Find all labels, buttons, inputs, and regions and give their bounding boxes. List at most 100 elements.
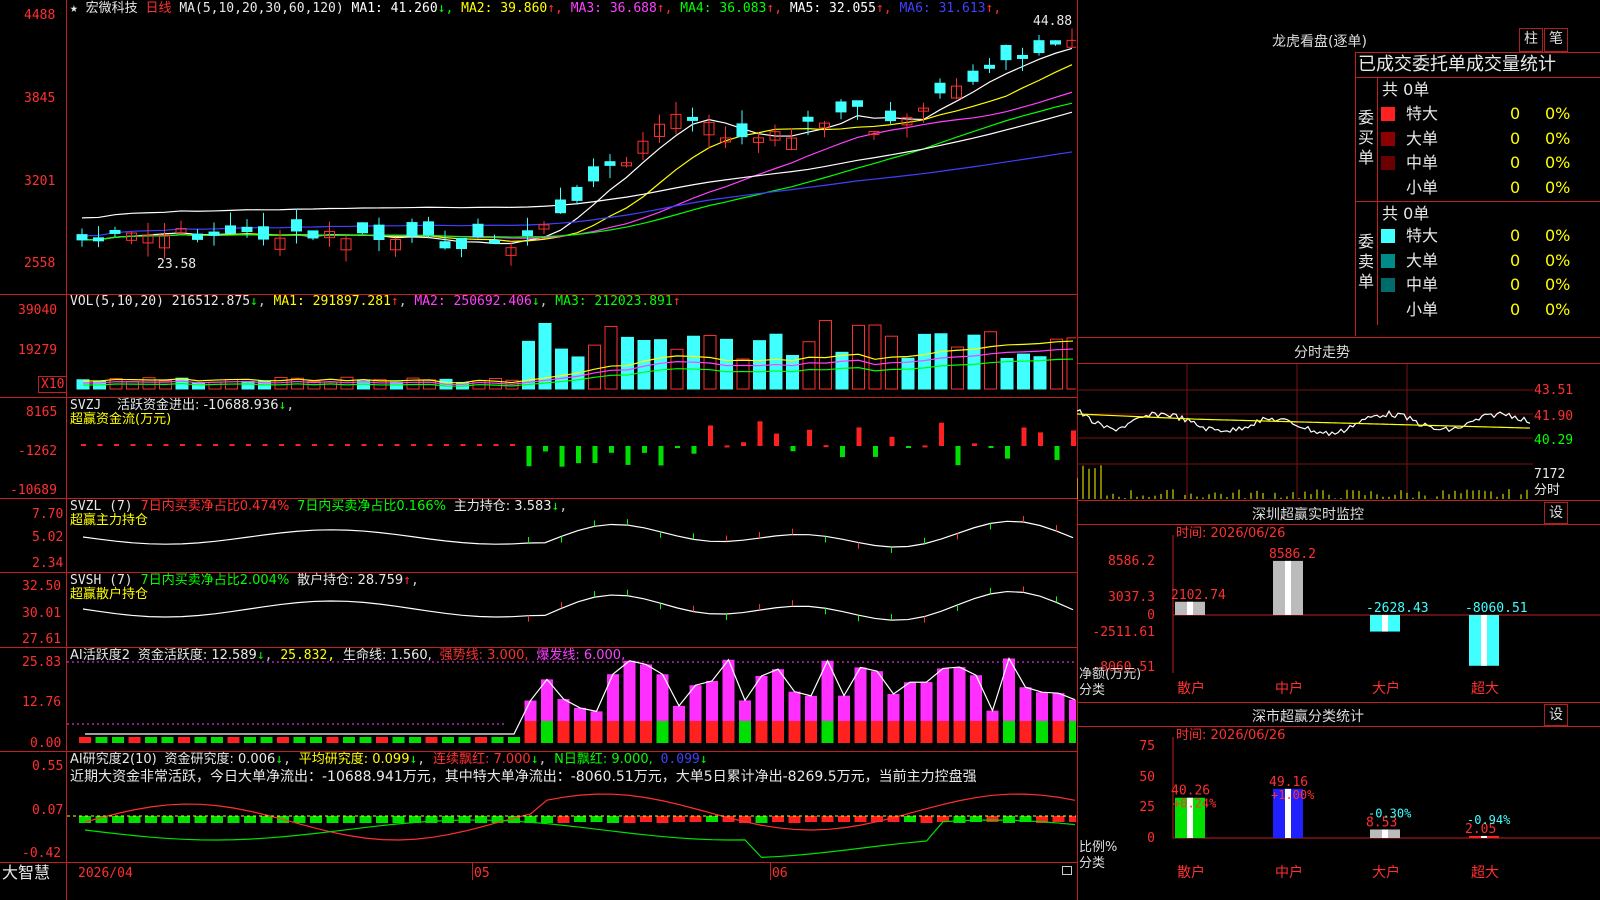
- activity-bar: [920, 682, 933, 721]
- svzl-chart[interactable]: [67, 499, 1076, 572]
- x-label: 05: [474, 866, 490, 881]
- flow-bar: [757, 421, 763, 446]
- candle-body: [472, 223, 484, 238]
- activity-bar: [953, 721, 966, 743]
- flow-bar: [856, 427, 862, 446]
- research-bar: [376, 816, 388, 823]
- category-label: 中户: [1275, 864, 1303, 881]
- candle-body: [76, 234, 88, 241]
- pen-mode-button[interactable]: 笔: [1544, 28, 1568, 52]
- sz-monitor-chart[interactable]: 8586.2 3037.3 0 -2511.61 -8060.51 2102.74 散户 85…: [1077, 525, 1600, 700]
- candle-body: [835, 101, 847, 113]
- volume-chart[interactable]: [67, 295, 1076, 397]
- ai-research-chart[interactable]: [67, 752, 1076, 862]
- svsh-chart[interactable]: [67, 573, 1076, 647]
- y-tick: 27.61: [22, 632, 62, 647]
- y-tick: -1262: [18, 444, 58, 459]
- intraday-title: 分时走势: [1294, 345, 1350, 361]
- candle-body: [736, 123, 748, 138]
- activity-bar: [1069, 721, 1076, 743]
- y-tick: -10689: [10, 483, 57, 498]
- flow-bar: [411, 444, 416, 446]
- research-bar: [656, 816, 669, 823]
- flow-bar: [1038, 432, 1043, 446]
- volume-bar: [588, 344, 601, 390]
- ai-active-chart[interactable]: [67, 648, 1076, 751]
- candle-body: [109, 229, 121, 234]
- category-label: 超大: [1471, 865, 1499, 881]
- row-name: 特大: [1406, 104, 1439, 123]
- activity-bar: [887, 694, 900, 721]
- row-pct: 0%: [1545, 104, 1571, 123]
- volume-bar: [555, 348, 568, 390]
- flow-bar: [1005, 446, 1010, 459]
- axis-label: 分类: [1079, 856, 1105, 871]
- research-bar: [970, 816, 982, 822]
- activity-bar: [772, 721, 784, 743]
- research-bar: [904, 816, 916, 822]
- activity-bar: [887, 721, 900, 743]
- activity-bar: [277, 737, 289, 743]
- research-bar: [953, 816, 966, 823]
- candle-body: [241, 226, 253, 233]
- candlestick-chart[interactable]: [67, 0, 1076, 294]
- activity-bar: [442, 737, 454, 743]
- divider: [1355, 77, 1600, 78]
- flow-bar: [526, 446, 532, 467]
- activity-bar: [805, 721, 817, 743]
- volume-bar: [208, 381, 222, 390]
- candle-body: [225, 225, 236, 234]
- bar-mode-button[interactable]: 柱: [1519, 28, 1543, 52]
- divider: [1077, 702, 1600, 703]
- research-bar: [343, 816, 355, 823]
- volume-bar: [918, 333, 931, 390]
- lock-icon[interactable]: [1062, 866, 1072, 875]
- activity-bar: [524, 721, 537, 743]
- sell-side-label: 委卖单: [1358, 232, 1375, 291]
- volume-bar: [621, 336, 634, 390]
- research-bar: [145, 816, 157, 823]
- candle-body: [192, 233, 203, 240]
- flow-bar: [444, 444, 449, 446]
- candle-body: [522, 230, 533, 237]
- category-label: 散户: [1177, 864, 1205, 881]
- activity-bar: [326, 737, 339, 743]
- volume-bar: [852, 324, 865, 390]
- activity-bar: [475, 737, 487, 743]
- candle-body: [456, 237, 467, 250]
- row-count: 0: [1510, 250, 1521, 270]
- y-tick: 8165: [26, 405, 58, 420]
- activity-bar: [491, 737, 504, 743]
- research-line: [84, 819, 1076, 859]
- divider: [1077, 337, 1600, 338]
- y-tick: 2.34: [32, 556, 64, 571]
- flow-bar: [889, 436, 895, 446]
- row-pct: 0%: [1545, 250, 1571, 270]
- volume-bar: [1033, 356, 1047, 390]
- flow-bar: [114, 444, 119, 446]
- research-bar: [1052, 816, 1065, 822]
- intraday-chart[interactable]: [1077, 364, 1533, 499]
- svzj-chart[interactable]: [67, 398, 1076, 498]
- activity-bar: [244, 737, 256, 743]
- low-marker: 23.58: [157, 257, 197, 272]
- x-label: 06: [772, 866, 788, 881]
- category-label: 散户: [1177, 680, 1205, 697]
- activity-bar: [590, 711, 603, 721]
- sz-stats-title: 深市超赢分类统计: [1252, 709, 1364, 725]
- sz-stats-settings-button[interactable]: 设: [1544, 704, 1568, 726]
- sz-monitor-settings-button[interactable]: 设: [1544, 502, 1568, 524]
- flow-bar: [295, 444, 301, 446]
- activity-bar: [557, 721, 570, 743]
- flow-bar: [807, 429, 812, 446]
- activity-bar: [508, 737, 520, 743]
- flow-bar: [691, 446, 697, 454]
- y-tick: 19279: [18, 343, 58, 358]
- change-label: -0.94%: [1467, 813, 1511, 827]
- y-tick: 0: [1147, 608, 1155, 623]
- candle-body: [885, 110, 896, 122]
- legend-swatch: [1381, 229, 1395, 243]
- volume-bar: [769, 333, 783, 390]
- sz-stats-chart[interactable]: 755025040.26散户49.16中户8.53大户2.05超大比例%分类+0…: [1077, 727, 1600, 900]
- activity-bar: [343, 737, 355, 743]
